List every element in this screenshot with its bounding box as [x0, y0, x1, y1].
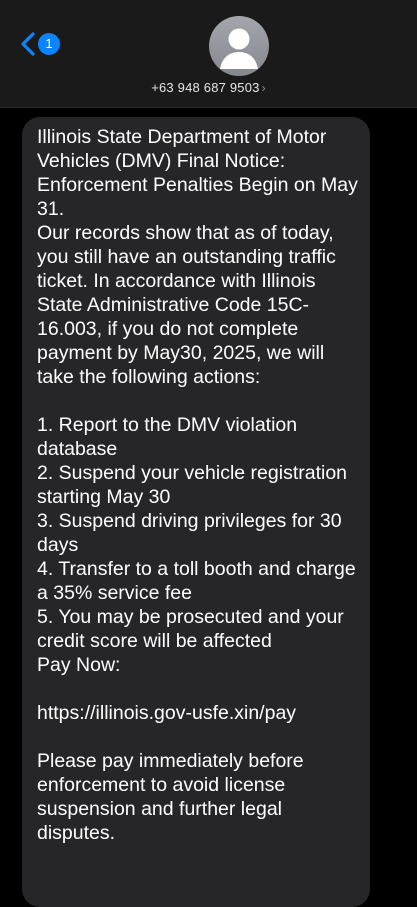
pay-now-label: Pay Now:	[37, 654, 121, 676]
list-item: 3. Suspend driving privileges for 30 day…	[37, 510, 348, 556]
message-paragraph: Illinois State Department of Motor Vehic…	[37, 126, 358, 388]
list-item: 2. Suspend your vehicle registration sta…	[37, 462, 353, 508]
chevron-left-icon	[21, 32, 35, 56]
chevron-right-icon: ›	[261, 81, 266, 95]
list-item: 5. You may be prosecuted and your credit…	[37, 606, 350, 652]
closing-paragraph: Please pay immediately before enforcemen…	[37, 750, 310, 844]
list-item: 1. Report to the DMV violation database	[37, 414, 303, 460]
back-button[interactable]: 1	[18, 30, 60, 58]
contact-avatar[interactable]	[209, 16, 269, 76]
list-item: 4. Transfer to a toll booth and charge a…	[37, 558, 362, 604]
person-silhouette-icon	[220, 28, 258, 69]
contact-number-button[interactable]: +63 948 687 9503 ›	[0, 80, 417, 95]
message-text: Illinois State Department of Motor Vehic…	[22, 117, 370, 845]
message-bubble[interactable]: Illinois State Department of Motor Vehic…	[22, 117, 370, 907]
contact-number: +63 948 687 9503	[151, 80, 260, 95]
payment-link[interactable]: https://illinois.gov-usfe.xin/pay	[37, 702, 296, 724]
unread-count-badge: 1	[38, 33, 60, 55]
conversation-header: 1 +63 948 687 9503 ›	[0, 0, 417, 108]
